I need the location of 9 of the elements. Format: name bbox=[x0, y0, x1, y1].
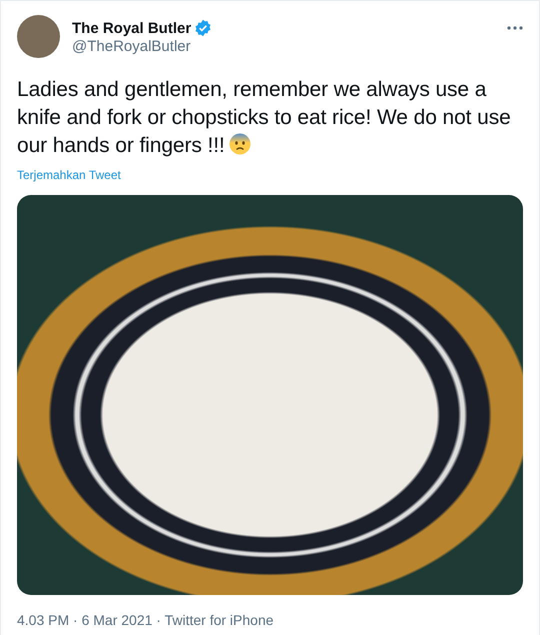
photo-placeholder[interactable] bbox=[17, 195, 523, 595]
author-name[interactable]: The Royal Butler bbox=[72, 20, 192, 36]
translate-link[interactable]: Terjemahkan Tweet bbox=[17, 168, 121, 182]
fearful-face-icon bbox=[228, 133, 251, 155]
avatar[interactable] bbox=[17, 15, 60, 58]
more-options-icon[interactable] bbox=[507, 25, 523, 31]
tweet-text: Ladies and gentlemen, remember we always use a knife and fork or chopsticks to eat rice! We do not use our hands or fingers !!! bbox=[17, 77, 512, 159]
tweet-timestamp: 4.03 PM · 6 Mar 2021 · Twitter for iPhone bbox=[17, 612, 523, 635]
author-handle[interactable]: @TheRoyalButler bbox=[72, 38, 495, 55]
